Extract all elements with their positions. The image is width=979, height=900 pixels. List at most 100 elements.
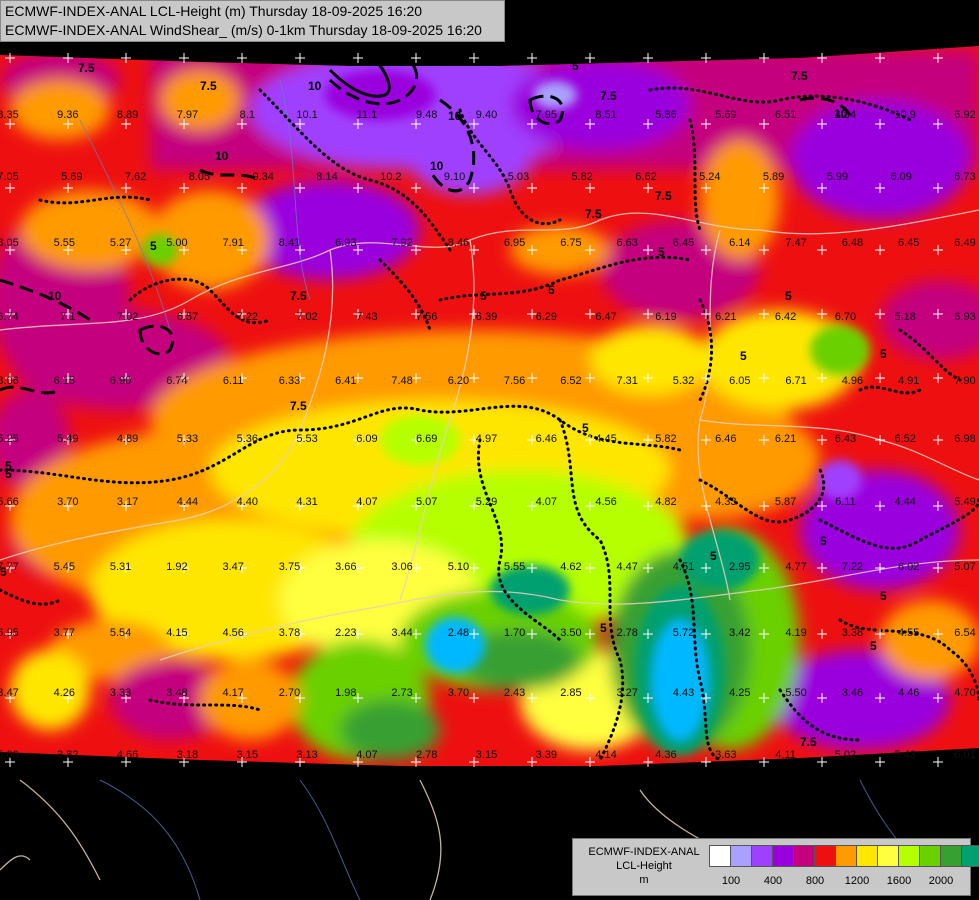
grid-value: 6.69	[416, 433, 437, 445]
grid-value: 5.72	[673, 627, 694, 639]
grid-value: 6.47	[595, 311, 616, 323]
legend-swatch	[709, 845, 731, 867]
legend-tick: 2000	[928, 875, 954, 887]
grid-value: 3.13	[296, 749, 317, 761]
legend-swatch	[814, 845, 836, 867]
grid-value: 7.48	[391, 375, 412, 387]
grid-value: 4.15	[166, 627, 187, 639]
grid-value: 10.9	[894, 109, 915, 121]
grid-value: 6.41	[335, 375, 356, 387]
grid-value: 8.06	[0, 375, 19, 387]
grid-value: 6.39	[476, 311, 497, 323]
map-title-box: ECMWF-INDEX-ANAL LCL-Height (m) Thursday…	[0, 0, 505, 42]
grid-value: 6.15	[54, 375, 75, 387]
grid-value: 4.45	[595, 433, 616, 445]
grid-value: 3.70	[448, 687, 469, 699]
grid-value: 4.43	[673, 687, 694, 699]
grid-value: 6.14	[729, 237, 750, 249]
grid-value: 4.31	[296, 496, 317, 508]
grid-value: 4.47	[616, 561, 637, 573]
grid-value: 6.01	[954, 749, 975, 761]
grid-value: 5.00	[166, 237, 187, 249]
grid-value: 5.50	[785, 687, 806, 699]
grid-value: 6.52	[560, 375, 581, 387]
grid-value: 6.93	[335, 237, 356, 249]
grid-value: 6.02	[898, 561, 919, 573]
grid-value: 5.49	[954, 496, 975, 508]
grid-value: 8.89	[117, 109, 138, 121]
grid-value: 5.55	[54, 237, 75, 249]
grid-value: 1.92	[166, 561, 187, 573]
grid-value: 6.45	[673, 237, 694, 249]
grid-value: 6.54	[954, 627, 975, 639]
grid-value: 7.31	[616, 375, 637, 387]
grid-value: 7.56	[416, 311, 437, 323]
legend-tick: 100	[721, 875, 741, 887]
grid-value: 3.33	[110, 687, 131, 699]
contour-label: 10	[215, 149, 229, 163]
grid-value: 10.2	[380, 171, 401, 183]
grid-value: 3.70	[57, 496, 78, 508]
contour-label: 5	[480, 289, 487, 303]
grid-value: 5.66	[0, 496, 19, 508]
contour-label: 5	[880, 589, 887, 603]
contour-label: 7.5	[290, 399, 307, 413]
contour-label: 7.5	[600, 89, 617, 103]
grid-value: 6.62	[635, 171, 656, 183]
grid-value: 9.10	[444, 171, 465, 183]
grid-value: 7.1	[60, 311, 75, 323]
grid-value: 3.82	[57, 749, 78, 761]
grid-value: 6.70	[835, 311, 856, 323]
legend-parameter: LCL-Height	[616, 860, 672, 872]
grid-value: 11.1	[357, 109, 378, 121]
contour-label: 5	[600, 621, 607, 635]
contour-label: 7.5	[655, 189, 672, 203]
grid-value: 4.14	[595, 749, 616, 761]
grid-value: 8.51	[595, 109, 616, 121]
grid-value: 7.43	[356, 311, 377, 323]
legend-title: ECMWF-INDEX-ANAL LCL-Height m	[579, 845, 709, 887]
grid-value: 5.89	[763, 171, 784, 183]
grid-value: 6.93	[954, 311, 975, 323]
grid-value: 4.40	[237, 496, 258, 508]
grid-value: 8.35	[0, 109, 19, 121]
grid-value: 7.22	[842, 561, 863, 573]
grid-value: 6.21	[715, 311, 736, 323]
grid-value: 4.07	[356, 496, 377, 508]
grid-value: 7.47	[785, 237, 806, 249]
grid-value: 7.56	[504, 375, 525, 387]
grid-value: 6.74	[166, 375, 187, 387]
legend-swatch	[751, 845, 773, 867]
grid-value: 5.43	[894, 749, 915, 761]
contour-label: 5	[820, 534, 827, 548]
grid-value: 4.56	[222, 627, 243, 639]
grid-value: 4.33	[715, 496, 736, 508]
grid-value: 8.1	[240, 109, 255, 121]
grid-value: 6.73	[954, 171, 975, 183]
grid-value: 7.97	[177, 109, 198, 121]
grid-value: 3.63	[715, 749, 736, 761]
grid-value: 5.00	[0, 749, 19, 761]
grid-value: 4.66	[117, 749, 138, 761]
grid-value: 5.07	[954, 561, 975, 573]
legend-swatch	[940, 845, 962, 867]
grid-value: 5.49	[57, 433, 78, 445]
grid-value: 4.36	[655, 749, 676, 761]
grid-value: 4.19	[785, 627, 806, 639]
grid-value: 7.90	[954, 375, 975, 387]
grid-value: 4.96	[842, 375, 863, 387]
grid-value: 6.29	[536, 311, 557, 323]
grid-value: 3.39	[536, 749, 557, 761]
grid-value: 6.57	[177, 311, 198, 323]
grid-value: 6.95	[504, 237, 525, 249]
grid-value: 3.50	[560, 627, 581, 639]
grid-value: 3.46	[842, 687, 863, 699]
grid-value: 6.11	[835, 496, 856, 508]
contour-label: 7.5	[290, 289, 307, 303]
contour-label: 10	[308, 79, 322, 93]
grid-value: 9.40	[476, 109, 497, 121]
grid-value: 5.07	[416, 496, 437, 508]
contour-label: 7.5	[791, 69, 808, 83]
legend-swatch	[877, 845, 899, 867]
grid-value: 7.05	[0, 171, 19, 183]
